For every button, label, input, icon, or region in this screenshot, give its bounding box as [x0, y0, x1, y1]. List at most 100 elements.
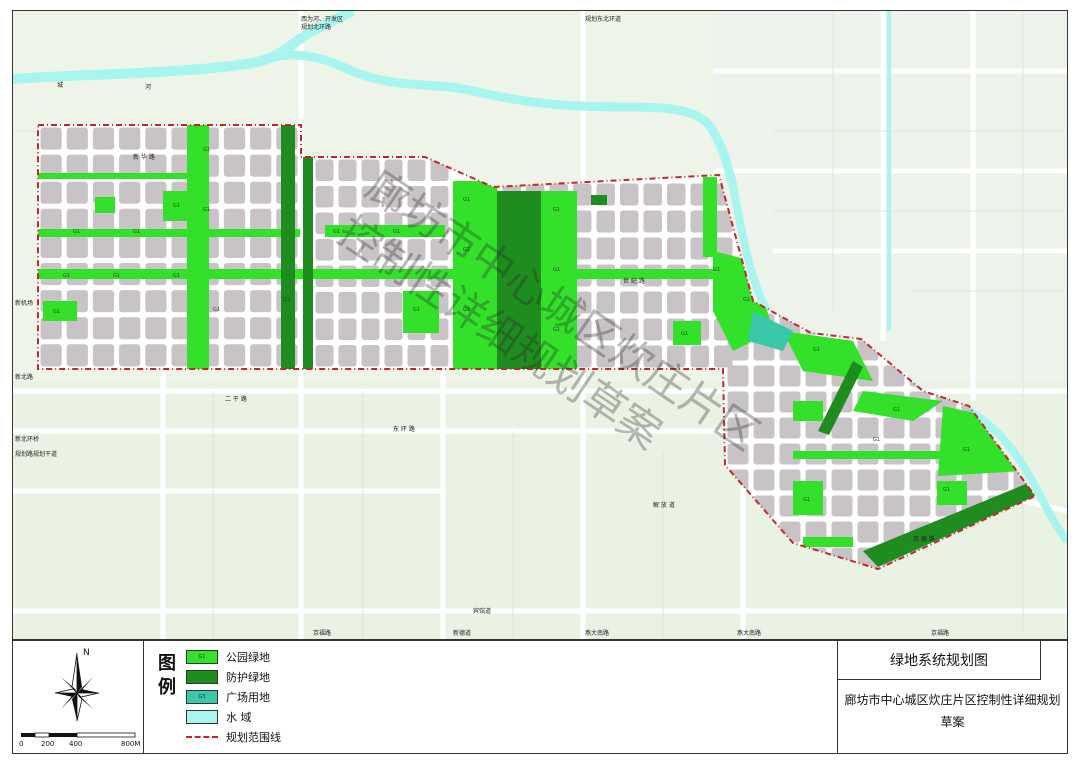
zone-code-label: G1: [553, 267, 560, 273]
park-strip-east-vertical: [703, 177, 717, 257]
legend-label-boundary: 规划范围线: [226, 731, 281, 744]
left-label-3: 新北环桥: [15, 435, 39, 443]
land-block: [145, 235, 167, 258]
river-label-1: 城: [57, 82, 63, 89]
land-block: [667, 183, 686, 206]
park-strip-west-vertical: [187, 125, 209, 369]
plan-title: 绿地系统规划图: [838, 641, 1041, 680]
land-block: [40, 181, 62, 204]
land-block: [831, 469, 853, 491]
land-block: [223, 344, 246, 367]
land-block: [690, 345, 709, 368]
land-block: [779, 365, 801, 387]
land-block: [92, 127, 115, 150]
legend-cell: 图 例 G1 公园绿地 防护绿地 G3 广场用地 水 域 规划范围线: [144, 641, 838, 753]
zone-code-label: G1: [203, 207, 210, 213]
road-label-5: 世 纪 路: [623, 277, 645, 285]
land-block: [40, 127, 62, 150]
park-swatch: G1: [186, 650, 218, 664]
park-block-east-2: [793, 401, 823, 421]
map-frame[interactable]: G1 G1 G1 G1 G1 G1 G1 G1 G1 G1 G1 G1 G1 G1 G1 G1 G1 G1 G1 G1…: [12, 10, 1068, 640]
legend-item-boundary: 规划范围线: [186, 729, 281, 745]
land-block: [145, 127, 167, 150]
land-block: [315, 318, 334, 340]
land-block: [119, 235, 141, 258]
left-label-2: 新北路: [15, 373, 33, 381]
zone-code-label: G1: [681, 331, 688, 337]
zone-code-label: G1: [963, 447, 970, 453]
land-block: [338, 292, 357, 314]
plan-subtitle: 廊坊市中心城区炊庄片区控制性详细规划 草案: [838, 689, 1067, 733]
bottom-label-3: 燕大南路: [585, 629, 609, 637]
scale-label-0: 0: [19, 740, 24, 748]
land-block: [667, 291, 686, 314]
land-block: [384, 345, 403, 367]
land-block: [145, 344, 167, 367]
scale-label-200: 200: [41, 740, 55, 748]
land-block: [119, 208, 141, 231]
land-block: [223, 235, 246, 258]
land-block: [857, 521, 879, 543]
land-block: [250, 290, 272, 313]
land-block: [430, 345, 449, 367]
legend-item-protective: 防护绿地: [186, 669, 270, 685]
land-block: [596, 210, 615, 233]
zone-code-label: G1: [743, 297, 750, 303]
zone-code-label: G1: [463, 197, 470, 203]
land-block: [223, 317, 246, 340]
zone-code-label: G1: [203, 147, 210, 153]
legend-label-protective: 防护绿地: [226, 671, 270, 684]
land-block: [119, 344, 141, 367]
land-block: [315, 292, 334, 314]
river-label-2: 河: [145, 83, 151, 91]
bottom-label-2: 新德道: [453, 629, 471, 637]
land-block: [223, 290, 246, 313]
land-block: [857, 469, 879, 491]
plaza-swatch: G3: [186, 690, 218, 704]
land-block: [92, 290, 115, 313]
land-block: [315, 345, 334, 367]
land-block: [223, 208, 246, 231]
land-block: [250, 344, 272, 367]
land-block: [883, 417, 905, 439]
scale-label-400: 400: [69, 740, 83, 748]
legend-item-plaza: G3 广场用地: [186, 689, 270, 705]
plan-sheet: G1 G1 G1 G1 G1 G1 G1 G1 G1 G1 G1 G1 G1 G1 G1 G1 G1 G1 G1 G1…: [0, 0, 1080, 764]
road-label-6: 京 德 路: [913, 535, 935, 543]
plan-subtitle-line-1: 廊坊市中心城区炊庄片区控制性详细规划: [844, 693, 1061, 707]
top-label-2: 规划北环路: [301, 23, 331, 31]
water-swatch: [186, 710, 218, 724]
land-block: [857, 495, 879, 517]
zone-code-label: G1: [943, 487, 950, 493]
land-block: [338, 318, 357, 340]
land-block: [857, 417, 879, 439]
land-block: [727, 365, 749, 387]
land-block: [361, 345, 380, 367]
land-block: [753, 443, 775, 465]
land-block: [690, 291, 709, 314]
land-block: [223, 154, 246, 177]
scale-bar: [21, 732, 136, 738]
land-block: [40, 344, 62, 367]
zone-code-label: G1: [713, 267, 720, 273]
left-label-1: 新机场: [15, 299, 33, 307]
land-block: [620, 210, 639, 233]
north-label: N: [83, 648, 90, 658]
zone-code-label: G1: [113, 273, 120, 279]
plaza-swatch-code: G3: [198, 694, 206, 700]
land-block: [315, 159, 334, 181]
land-block: [66, 127, 88, 150]
land-block: [66, 208, 88, 231]
zone-code-label: G1: [53, 309, 60, 315]
land-block: [407, 345, 426, 367]
land-block: [250, 154, 272, 177]
land-block: [250, 127, 272, 150]
zone-code-label: G1: [283, 297, 290, 303]
land-block: [315, 186, 334, 208]
land-block: [119, 181, 141, 204]
left-label-4: 规划路规划干道: [15, 450, 57, 458]
land-block: [66, 344, 88, 367]
bottom-label-5: 京福路: [931, 629, 949, 637]
protective-swatch: [186, 670, 218, 684]
land-block: [92, 317, 115, 340]
